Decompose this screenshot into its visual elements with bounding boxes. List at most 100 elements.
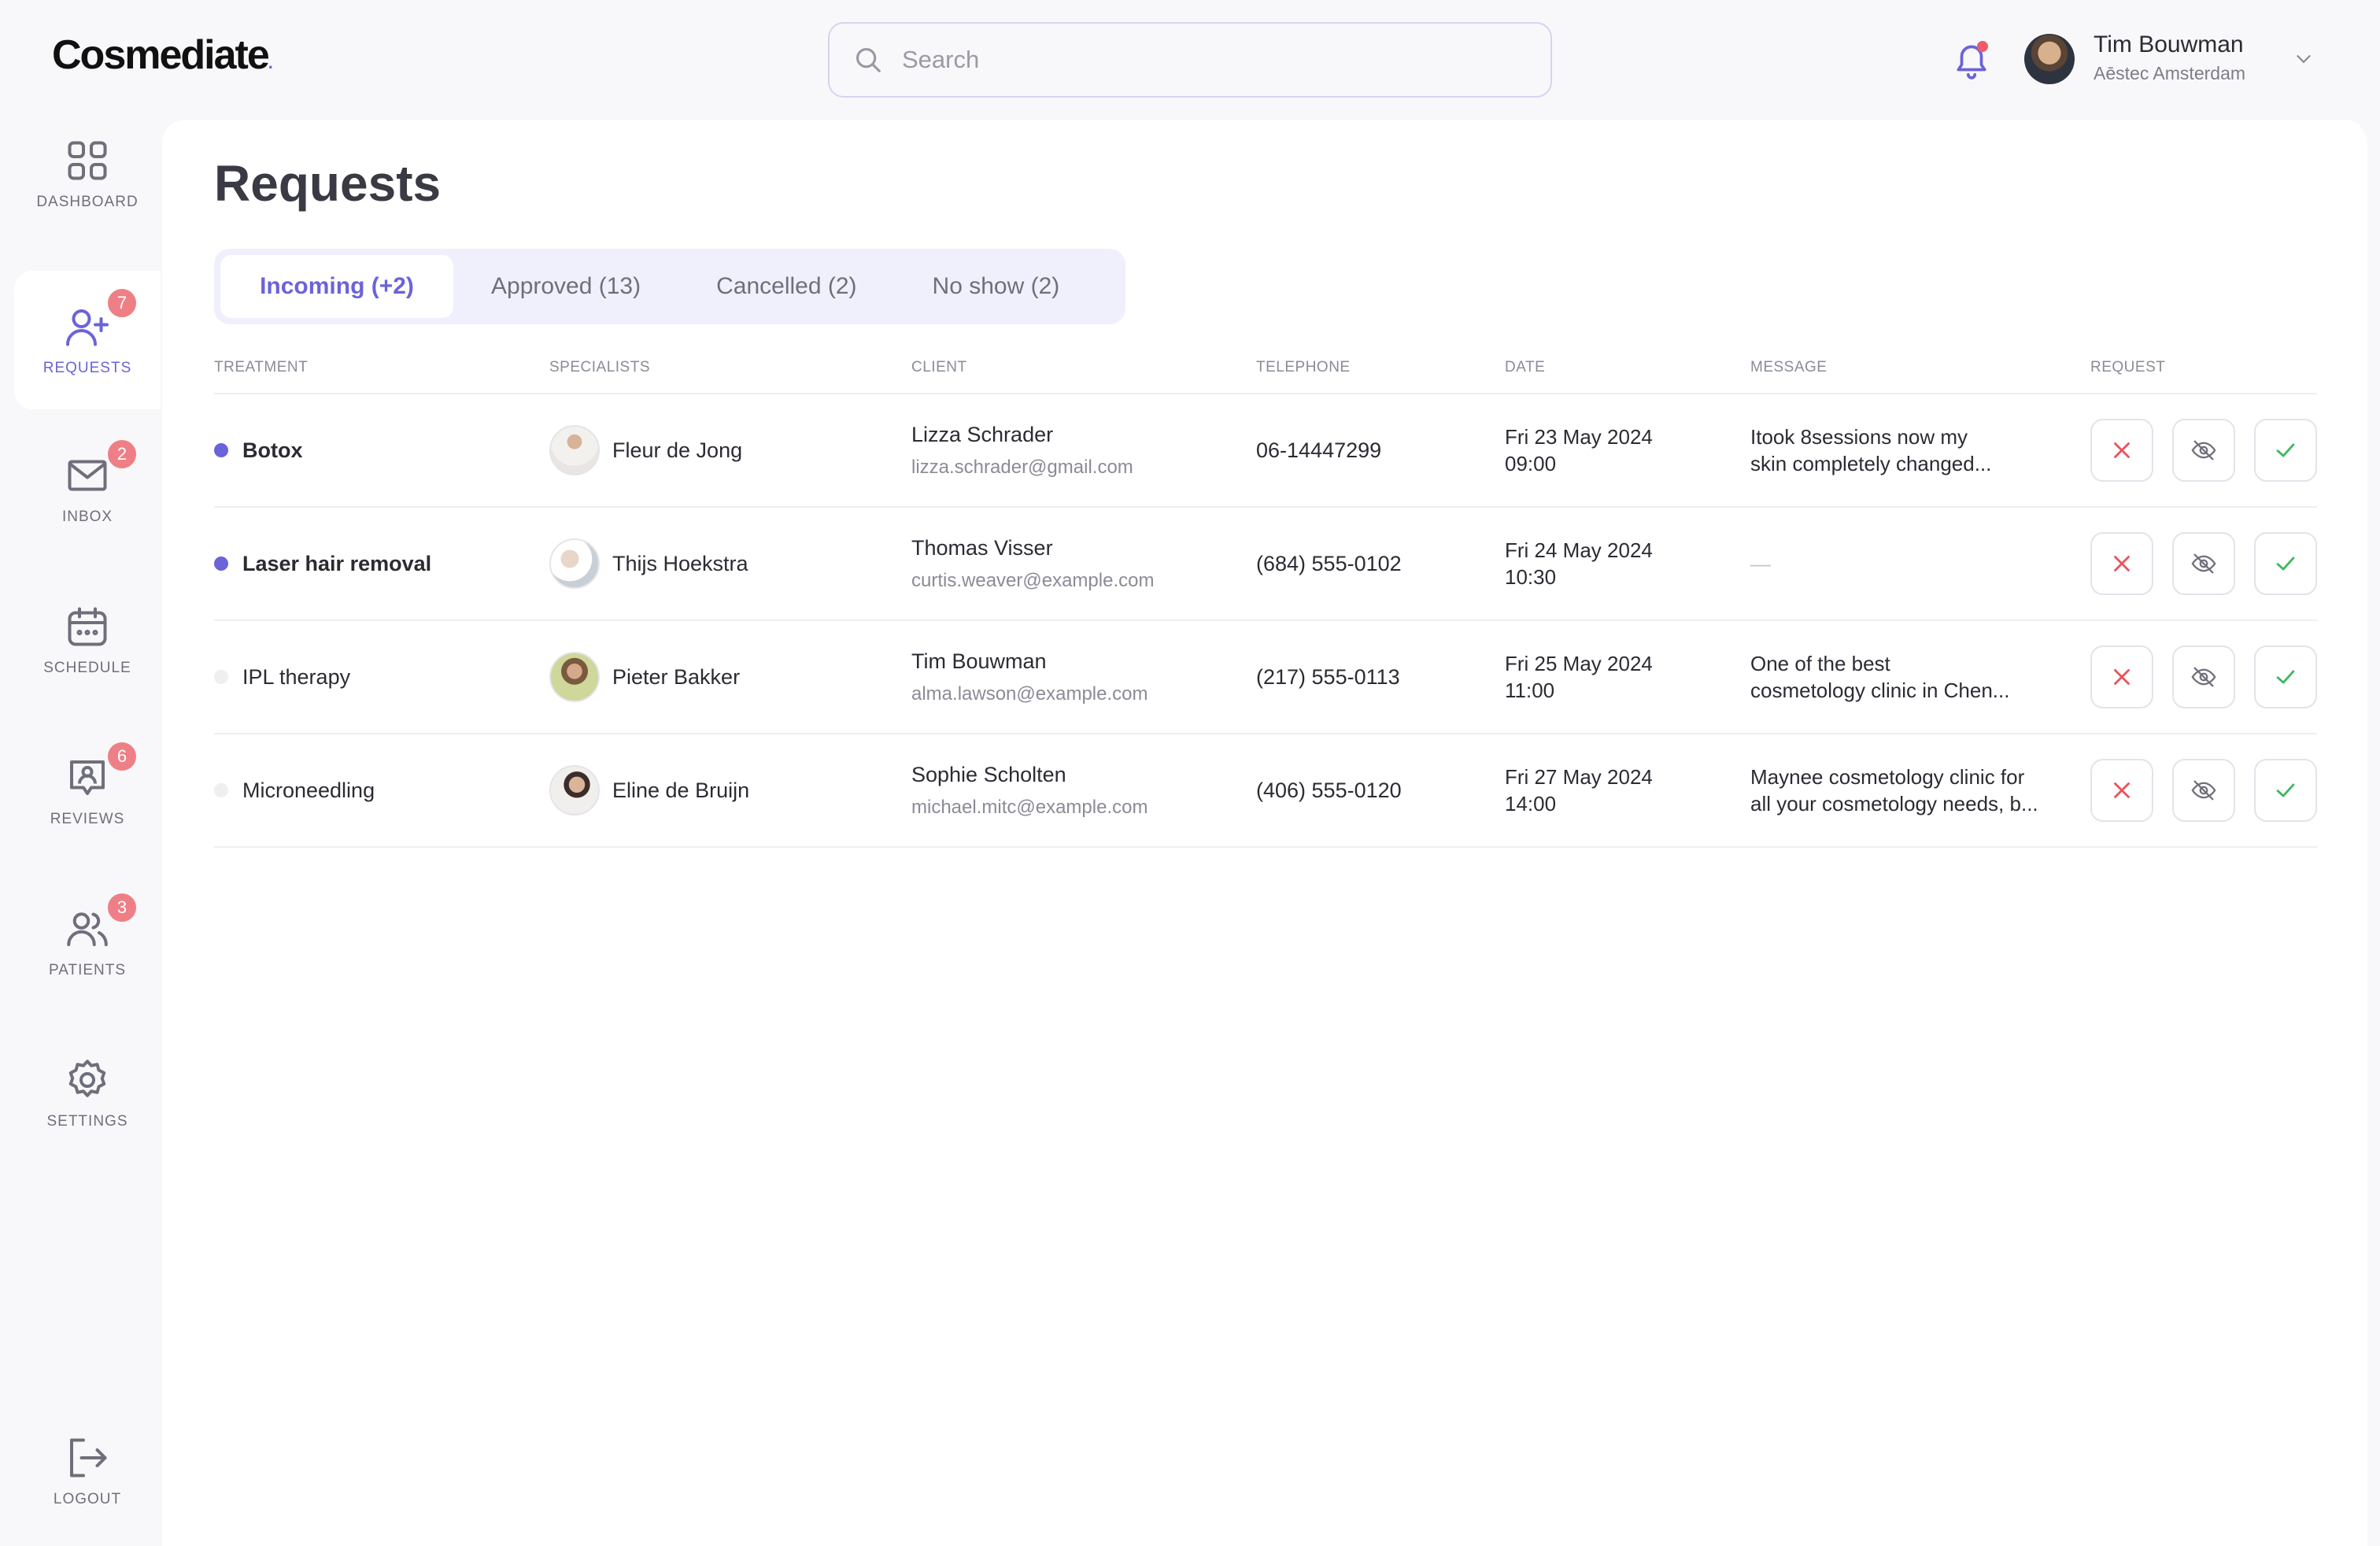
eye-off-icon [2191, 780, 2216, 801]
column-header-treatment[interactable]: TREATMENT [214, 359, 549, 394]
approve-button[interactable] [2254, 532, 2317, 595]
hide-button[interactable] [2172, 759, 2235, 822]
request-time: 14:00 [1505, 792, 1557, 816]
request-time: 10:30 [1505, 565, 1557, 589]
sidebar-item-label: DASHBOARD [36, 194, 139, 210]
table-row[interactable]: Botox Fleur de Jong Lizza Schrader lizza.… [214, 394, 2317, 508]
client-email[interactable]: curtis.weaver@example.com [911, 570, 1256, 592]
sidebar-item-label: REQUESTS [42, 360, 132, 376]
mail-icon [68, 460, 107, 491]
check-icon [2276, 557, 2295, 571]
column-header-telephone[interactable]: TELEPHONE [1256, 359, 1505, 394]
client-name: Lizza Schrader [911, 422, 1054, 446]
client-telephone: (217) 555-0113 [1256, 620, 1505, 734]
gear-icon [68, 1060, 106, 1097]
app-logo[interactable]: Cosmediate. [52, 31, 273, 79]
request-time: 09:00 [1505, 452, 1557, 475]
search-icon [856, 47, 881, 72]
treatment-name: Laser hair removal [242, 551, 432, 575]
tab-no-show[interactable]: No show (2) [895, 255, 1098, 318]
specialist-avatar [549, 652, 600, 702]
approve-button[interactable] [2254, 759, 2317, 822]
chevron-down-icon[interactable] [2292, 47, 2315, 71]
table-header-row: TREATMENT SPECIALISTS CLIENT TELEPHONE D… [214, 359, 2317, 394]
hide-button[interactable] [2172, 419, 2235, 482]
request-time: 11:00 [1505, 679, 1555, 702]
page-title: Requests [214, 155, 442, 212]
inbox-count-badge: 2 [105, 438, 139, 471]
search-bar[interactable] [828, 22, 1552, 98]
column-header-request: REQUEST [2090, 359, 2317, 394]
specialist-name: Pieter Bakker [612, 664, 741, 689]
eye-off-icon [2191, 440, 2216, 460]
approve-button[interactable] [2254, 645, 2317, 708]
reviews-count-badge: 6 [105, 740, 139, 773]
table-row[interactable]: Laser hair removal Thijs Hoekstra Thomas… [214, 507, 2317, 621]
reject-button[interactable] [2090, 759, 2153, 822]
column-header-date[interactable]: DATE [1505, 359, 1750, 394]
sidebar-item-dashboard[interactable]: DASHBOARD [14, 107, 161, 241]
user-organization: Aēstec Amsterdam [2094, 63, 2246, 83]
close-icon [2114, 556, 2130, 571]
message-line: One of the best [1750, 652, 1890, 675]
sidebar-item-label: REVIEWS [50, 811, 125, 827]
app-logo-text: Cosmediate [52, 32, 270, 78]
client-email[interactable]: michael.mitc@example.com [911, 797, 1256, 819]
client-name: Sophie Scholten [911, 762, 1066, 786]
message-line: Itook 8sessions now my [1750, 425, 1968, 449]
approve-button[interactable] [2254, 419, 2317, 482]
sidebar-item-schedule[interactable]: SCHEDULE [14, 573, 161, 707]
user-add-icon [66, 309, 109, 346]
column-header-message[interactable]: MESSAGE [1750, 359, 2090, 394]
message-line: cosmetology clinic in Chen... [1750, 679, 2010, 702]
specialist-name: Fleur de Jong [612, 438, 743, 462]
main-panel: Requests Incoming (+2) Approved (13) Can… [162, 120, 2367, 1546]
close-icon [2114, 669, 2130, 685]
notifications-button[interactable] [1952, 39, 1991, 80]
requests-table: TREATMENT SPECIALISTS CLIENT TELEPHONE D… [214, 359, 2317, 848]
message-line: skin completely changed... [1750, 452, 1992, 475]
check-icon [2276, 670, 2295, 684]
review-icon [70, 760, 105, 795]
message-line: all your cosmetology needs, b... [1750, 792, 2038, 816]
tab-approved[interactable]: Approved (13) [453, 255, 678, 318]
tab-incoming[interactable]: Incoming (+2) [220, 255, 453, 318]
request-date: Fri 27 May 2024 [1505, 765, 1653, 789]
sidebar-item-inbox[interactable]: INBOX 2 [14, 422, 161, 556]
specialist-avatar [549, 765, 600, 816]
hide-button[interactable] [2172, 645, 2235, 708]
reject-button[interactable] [2090, 645, 2153, 708]
sidebar-item-requests[interactable]: REQUESTS 7 [14, 271, 161, 409]
reject-button[interactable] [2090, 532, 2153, 595]
sidebar-item-label: PATIENTS [48, 962, 127, 978]
eye-off-icon [2191, 553, 2216, 574]
hide-button[interactable] [2172, 532, 2235, 595]
sidebar-item-label: LOGOUT [53, 1491, 122, 1507]
request-tabs: Incoming (+2) Approved (13) Cancelled (2… [214, 249, 1125, 324]
client-name: Thomas Visser [911, 535, 1053, 560]
search-input[interactable] [902, 46, 1500, 74]
sidebar-item-label: INBOX [61, 509, 113, 525]
table-row[interactable]: IPL therapy Pieter Bakker Tim Bouwman alm… [214, 620, 2317, 734]
requests-count-badge: 7 [105, 287, 139, 320]
user-avatar[interactable] [2024, 34, 2075, 84]
tab-cancelled[interactable]: Cancelled (2) [678, 255, 894, 318]
sidebar-item-patients[interactable]: PATIENTS 3 [14, 875, 161, 1009]
sidebar-item-reviews[interactable]: REVIEWS 6 [14, 724, 161, 858]
table-row[interactable]: Microneedling Eline de Bruijn Sophie Sch… [214, 734, 2317, 848]
user-name: Tim Bouwman [2094, 31, 2244, 57]
sidebar-item-label: SETTINGS [46, 1113, 128, 1130]
client-email[interactable]: lizza.schrader@gmail.com [911, 457, 1256, 479]
sidebar-item-settings[interactable]: SETTINGS [14, 1026, 161, 1160]
message-line: Maynee cosmetology clinic for [1750, 765, 2025, 789]
client-email[interactable]: alma.lawson@example.com [911, 683, 1256, 705]
column-header-client[interactable]: CLIENT [911, 359, 1256, 394]
grid-icon [68, 141, 107, 180]
sidebar-item-logout[interactable]: LOGOUT [14, 1404, 161, 1538]
column-header-specialists[interactable]: SPECIALISTS [549, 359, 911, 394]
users-icon [67, 912, 108, 946]
sidebar-item-label: SCHEDULE [43, 660, 131, 676]
unread-dot [214, 443, 228, 457]
reject-button[interactable] [2090, 419, 2153, 482]
client-telephone: 06-14447299 [1256, 394, 1505, 508]
